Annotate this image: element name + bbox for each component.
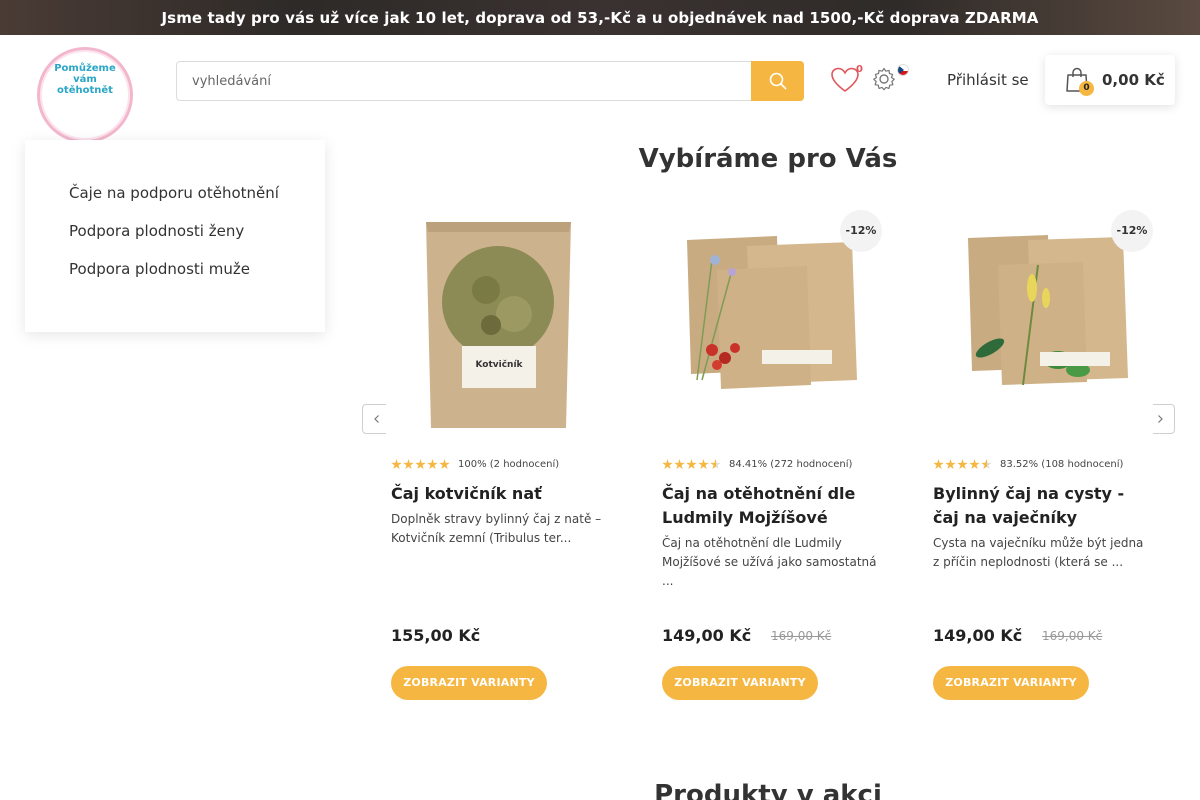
show-variants-button[interactable]: ZOBRAZIT VARIANTY [662, 666, 818, 700]
product-price: 149,00 Kč [662, 626, 752, 645]
product-rating: 84.41% (272 hodnocení) [662, 459, 852, 470]
star-icon [933, 459, 944, 470]
product-rating: 100% (2 hodnocení) [391, 459, 559, 470]
promo-banner-text: Jsme tady pro vás už více jak 10 let, do… [161, 8, 1039, 27]
site-logo[interactable]: Pomůžeme vám otěhotnět [25, 35, 145, 155]
product-description: Cysta na vaječníku může být jedna z příč… [933, 536, 1144, 569]
product-description: Doplněk stravy bylinný čaj z natě – Kotv… [391, 512, 602, 545]
rating-text: 100% (2 hodnocení) [458, 459, 560, 470]
gear-icon[interactable] [872, 67, 896, 91]
star-half-icon [981, 459, 992, 470]
section-title-sale: Produkty v akci [654, 780, 882, 800]
product-image[interactable]: -12% [657, 210, 882, 435]
show-variants-button[interactable]: ZOBRAZIT VARIANTY [391, 666, 547, 700]
star-icon [415, 459, 426, 470]
product-name[interactable]: Bylinný čaj na cysty - čaj na vaječníky [933, 482, 1153, 530]
search-bar [176, 61, 804, 101]
chevron-left-icon [374, 415, 379, 423]
star-half-icon [710, 459, 721, 470]
star-icon [662, 459, 673, 470]
star-icon [674, 459, 685, 470]
product-old-price: 169,00 Kč [1042, 629, 1103, 643]
star-icon [945, 459, 956, 470]
product-card[interactable]: -12% 83.52% (108 hodnocení) Bylinný čaj … [928, 210, 1153, 710]
rating-text: 83.52% (108 hodnocení) [1000, 459, 1124, 470]
star-icon [439, 459, 450, 470]
czech-flag-icon[interactable] [897, 64, 909, 76]
product-price: 155,00 Kč [391, 626, 481, 645]
product-rating: 83.52% (108 hodnocení) [933, 459, 1123, 470]
category-item-female-fertility[interactable]: Podpora plodnosti ženy [69, 222, 244, 240]
cart-count-badge: 0 [1079, 81, 1094, 96]
search-icon [769, 72, 786, 90]
star-icon [969, 459, 980, 470]
category-item-tea-for-conception[interactable]: Čaje na podporu otěhotnění [69, 184, 279, 202]
svg-text:Kotvičník: Kotvičník [475, 359, 523, 370]
discount-badge: -12% [1111, 210, 1153, 252]
product-image[interactable]: -12% [928, 210, 1153, 435]
star-icon [698, 459, 709, 470]
show-variants-button[interactable]: ZOBRAZIT VARIANTY [933, 666, 1089, 700]
product-name[interactable]: Čaj na otěhotnění dle Ludmily Mojžíšové [662, 482, 882, 530]
star-icon [391, 459, 402, 470]
product-description: Čaj na otěhotnění dle Ludmily Mojžíšové … [662, 536, 877, 588]
chevron-right-icon [1158, 415, 1163, 423]
product-card[interactable]: Kotvičník 100% (2 hodnocení) Čaj kotvičn… [386, 210, 611, 710]
search-input[interactable] [177, 62, 752, 100]
cart-total: 0,00 Kč [1102, 71, 1165, 89]
star-icon [957, 459, 968, 470]
logo-text: Pomůžeme vám otěhotnět [54, 63, 116, 96]
wishlist-count: 0 [856, 64, 863, 75]
category-item-male-fertility[interactable]: Podpora plodnosti muže [69, 260, 250, 278]
search-button[interactable] [751, 61, 804, 101]
rating-text: 84.41% (272 hodnocení) [729, 459, 853, 470]
star-icon [686, 459, 697, 470]
login-link[interactable]: Přihlásit se [947, 71, 1029, 89]
star-icon [403, 459, 414, 470]
star-icon [427, 459, 438, 470]
product-old-price: 169,00 Kč [771, 629, 832, 643]
discount-badge: -12% [840, 210, 882, 252]
product-price: 149,00 Kč [933, 626, 1023, 645]
section-title-featured: Vybíráme pro Vás [638, 144, 898, 174]
product-image[interactable]: Kotvičník [386, 210, 611, 435]
cart-button[interactable]: 0 0,00 Kč [1045, 55, 1175, 105]
product-card[interactable]: -12% 84.41% (272 hodnocení) Čaj na otěho… [657, 210, 882, 710]
product-name[interactable]: Čaj kotvičník nať [391, 482, 611, 506]
promo-banner: Jsme tady pro vás už více jak 10 let, do… [0, 0, 1200, 35]
